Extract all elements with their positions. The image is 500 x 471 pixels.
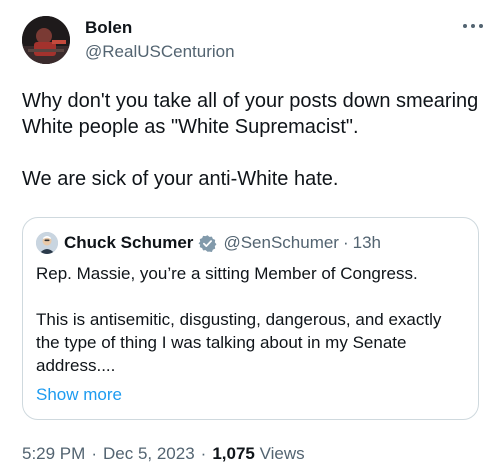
more-options-icon[interactable] [460, 18, 486, 34]
quoted-author-avatar [36, 232, 58, 254]
quoted-tweet[interactable]: Chuck Schumer @SenSchumer · 13h Rep. Mas… [22, 217, 479, 420]
quoted-text-line: This is antisemitic, disgusting, dangero… [36, 310, 442, 375]
author-avatar[interactable] [22, 16, 70, 64]
tweet-meta: 5:29 PM · Dec 5, 2023 · 1,075 Views [22, 444, 305, 464]
tweet-text-line: Why don't you take all of your posts dow… [22, 90, 479, 138]
verified-badge-icon [198, 234, 217, 253]
tweet-date[interactable]: Dec 5, 2023 [103, 444, 195, 463]
tweet-time[interactable]: 5:29 PM [22, 444, 85, 463]
views-label: Views [259, 444, 305, 463]
tweet-text: Why don't you take all of your posts dow… [22, 88, 482, 192]
author-handle[interactable]: @RealUSCenturion [85, 42, 235, 62]
quoted-tweet-header: Chuck Schumer @SenSchumer · 13h [36, 232, 381, 254]
views-count: 1,075 [212, 444, 255, 463]
quoted-author-handle: @SenSchumer [223, 233, 339, 252]
quoted-author-name: Chuck Schumer [64, 233, 194, 252]
quoted-separator: · [342, 233, 349, 252]
quoted-text-line: Rep. Massie, you’re a sitting Member of … [36, 264, 418, 283]
meta-separator: · [91, 444, 97, 463]
meta-separator: · [200, 444, 207, 463]
author-name[interactable]: Bolen [85, 18, 132, 38]
tweet-card: Bolen @RealUSCenturion Why don't you tak… [0, 0, 500, 471]
show-more-link[interactable]: Show more [36, 385, 122, 405]
tweet-text-line: We are sick of your anti-White hate. [22, 168, 339, 190]
quoted-tweet-text: Rep. Massie, you’re a sitting Member of … [36, 262, 468, 377]
quoted-timestamp[interactable]: 13h [353, 233, 381, 253]
